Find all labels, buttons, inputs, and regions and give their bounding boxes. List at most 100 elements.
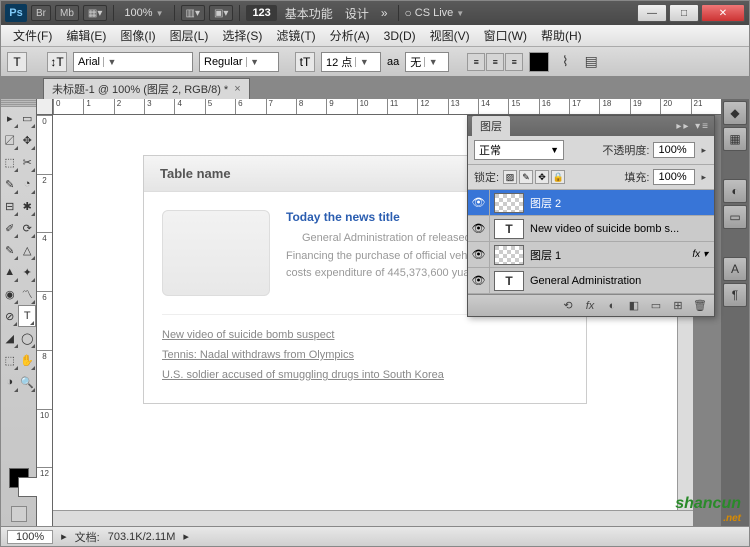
document-tab[interactable]: 未标题-1 @ 100% (图层 2, RGB/8) * × xyxy=(43,78,250,99)
layer-mask-icon[interactable]: ◐ xyxy=(604,300,620,312)
fill-value[interactable]: 100% xyxy=(653,169,695,185)
font-weight-select[interactable]: Regular▼ xyxy=(199,52,279,72)
dock-color-icon[interactable]: ◆ xyxy=(723,101,747,125)
tool-4-1[interactable]: ✱ xyxy=(19,195,37,217)
tool-5-1[interactable]: ⟳ xyxy=(19,217,37,239)
lock-all-icon[interactable]: 🔒 xyxy=(551,170,565,184)
dock-adjustments-icon[interactable]: ◐ xyxy=(723,179,747,203)
quickmask-toggle[interactable] xyxy=(11,506,27,522)
layer-group-icon[interactable]: ▭ xyxy=(648,299,664,312)
document-tab-close[interactable]: × xyxy=(234,83,240,95)
tool-8-0[interactable]: ◉ xyxy=(1,283,19,305)
workspace-design[interactable]: 设计 xyxy=(341,5,373,22)
tool-3-1[interactable]: ◔ xyxy=(19,173,37,195)
font-family-select[interactable]: Arial▼ xyxy=(73,52,193,72)
layer-row[interactable]: 👁TGeneral Administration xyxy=(468,268,714,294)
lock-position-icon[interactable]: ✥ xyxy=(535,170,549,184)
layer-visibility-icon[interactable]: 👁 xyxy=(468,268,490,293)
workspace-basic[interactable]: 基本功能 xyxy=(281,5,337,22)
text-color[interactable] xyxy=(529,52,549,72)
menu-window[interactable]: 窗口(W) xyxy=(478,25,533,46)
menu-view[interactable]: 视图(V) xyxy=(424,25,476,46)
window-minimize[interactable]: — xyxy=(637,4,667,22)
tool-7-1[interactable]: ✦ xyxy=(19,261,37,283)
ruler-vertical[interactable]: 024681012 xyxy=(37,115,53,526)
tool-12-1[interactable]: 🔍 xyxy=(19,371,37,393)
layer-row[interactable]: 👁TNew video of suicide bomb s... xyxy=(468,216,714,242)
status-menu-arrow[interactable]: ▸ xyxy=(183,530,189,543)
window-close[interactable]: ✕ xyxy=(701,4,745,22)
toolbox-handle[interactable] xyxy=(1,99,36,107)
layer-name[interactable]: 图层 2 xyxy=(528,195,714,211)
tool-11-0[interactable]: ⬚ xyxy=(1,349,19,371)
layers-tab[interactable]: 图层 xyxy=(472,116,510,136)
menu-image[interactable]: 图像(I) xyxy=(114,25,161,46)
tool-12-0[interactable]: ◑ xyxy=(1,371,19,393)
blend-mode-select[interactable]: 正常▼ xyxy=(474,140,564,160)
bridge-button[interactable]: Br xyxy=(31,5,51,21)
tool-9-1[interactable]: T xyxy=(18,305,36,327)
tool-10-1[interactable]: ◯ xyxy=(19,327,37,349)
minibridge-button[interactable]: Mb xyxy=(55,5,79,21)
menu-filter[interactable]: 滤镜(T) xyxy=(270,25,321,46)
fill-arrow[interactable]: ▸ xyxy=(699,172,708,183)
warp-text-icon[interactable]: ⌇ xyxy=(555,52,575,72)
menu-3d[interactable]: 3D(D) xyxy=(378,27,422,45)
layer-fx-badge[interactable]: fx ▾ xyxy=(686,249,714,260)
lock-pixels-icon[interactable]: ✎ xyxy=(519,170,533,184)
layer-row[interactable]: 👁图层 2 xyxy=(468,190,714,216)
tool-6-1[interactable]: △ xyxy=(19,239,37,261)
tool-4-0[interactable]: ⊟ xyxy=(1,195,19,217)
antialias-select[interactable]: 无▼ xyxy=(405,52,449,72)
lock-transparency-icon[interactable]: ▨ xyxy=(503,170,517,184)
panel-menu-icon[interactable]: ▸▸ ▾≡ xyxy=(676,121,710,132)
new-layer-icon[interactable]: ⊞ xyxy=(670,299,686,312)
tool-9-0[interactable]: ⊘ xyxy=(1,305,18,327)
tool-10-0[interactable]: ◢ xyxy=(1,327,19,349)
tool-1-0[interactable]: 〼 xyxy=(1,129,19,151)
tool-8-1[interactable]: 〽 xyxy=(19,283,37,305)
menu-edit[interactable]: 编辑(E) xyxy=(60,25,112,46)
menu-help[interactable]: 帮助(H) xyxy=(535,25,588,46)
link-layers-icon[interactable]: ⟲ xyxy=(560,299,576,312)
character-panel-icon[interactable]: ▤ xyxy=(581,52,601,72)
ruler-origin[interactable] xyxy=(37,99,53,115)
layer-fx-icon[interactable]: fx xyxy=(582,300,598,312)
tool-6-0[interactable]: ✎ xyxy=(1,239,19,261)
align-right[interactable]: ≡ xyxy=(505,53,523,71)
tool-3-0[interactable]: ✎ xyxy=(1,173,19,195)
zoom-level[interactable]: 100% ▼ xyxy=(120,7,167,19)
dock-paragraph-icon[interactable]: ¶ xyxy=(723,283,747,307)
align-center[interactable]: ≡ xyxy=(486,53,504,71)
tool-7-0[interactable]: ▲ xyxy=(1,261,19,283)
align-left[interactable]: ≡ xyxy=(467,53,485,71)
dock-text-icon[interactable]: A xyxy=(723,257,747,281)
menu-select[interactable]: 选择(S) xyxy=(216,25,268,46)
delete-layer-icon[interactable]: 🗑 xyxy=(692,299,708,312)
view-extras-button[interactable]: ▦▾ xyxy=(83,5,107,21)
opacity-value[interactable]: 100% xyxy=(653,142,695,158)
screen-mode-button[interactable]: ▣▾ xyxy=(209,5,233,21)
status-arrow[interactable]: ▸ xyxy=(61,530,67,543)
workspace-more[interactable]: » xyxy=(377,6,392,20)
layer-visibility-icon[interactable]: 👁 xyxy=(468,216,490,241)
text-orientation[interactable]: ↕T xyxy=(47,52,67,72)
foreground-color[interactable] xyxy=(9,468,29,488)
ruler-horizontal[interactable]: 0123456789101112131415161718192021 xyxy=(53,99,721,115)
tool-5-0[interactable]: ✐ xyxy=(1,217,19,239)
menu-file[interactable]: 文件(F) xyxy=(7,25,58,46)
layer-row[interactable]: 👁图层 1fx ▾ xyxy=(468,242,714,268)
layer-name[interactable]: New video of suicide bomb s... xyxy=(528,223,714,235)
background-color[interactable] xyxy=(18,477,38,497)
menu-layer[interactable]: 图层(L) xyxy=(164,25,215,46)
window-maximize[interactable]: □ xyxy=(669,4,699,22)
tool-11-1[interactable]: ✋ xyxy=(19,349,37,371)
font-size-select[interactable]: 12 点▼ xyxy=(321,52,381,72)
tool-0-0[interactable]: ▸ xyxy=(1,107,19,129)
canvas-scrollbar-horizontal[interactable] xyxy=(53,510,693,526)
workspace-123[interactable]: 123 xyxy=(246,5,276,21)
dock-styles-icon[interactable]: ▭ xyxy=(723,205,747,229)
dock-swatches-icon[interactable]: ▦ xyxy=(723,127,747,151)
tool-0-1[interactable]: ▭ xyxy=(19,107,37,129)
layer-name[interactable]: 图层 1 xyxy=(528,247,686,263)
